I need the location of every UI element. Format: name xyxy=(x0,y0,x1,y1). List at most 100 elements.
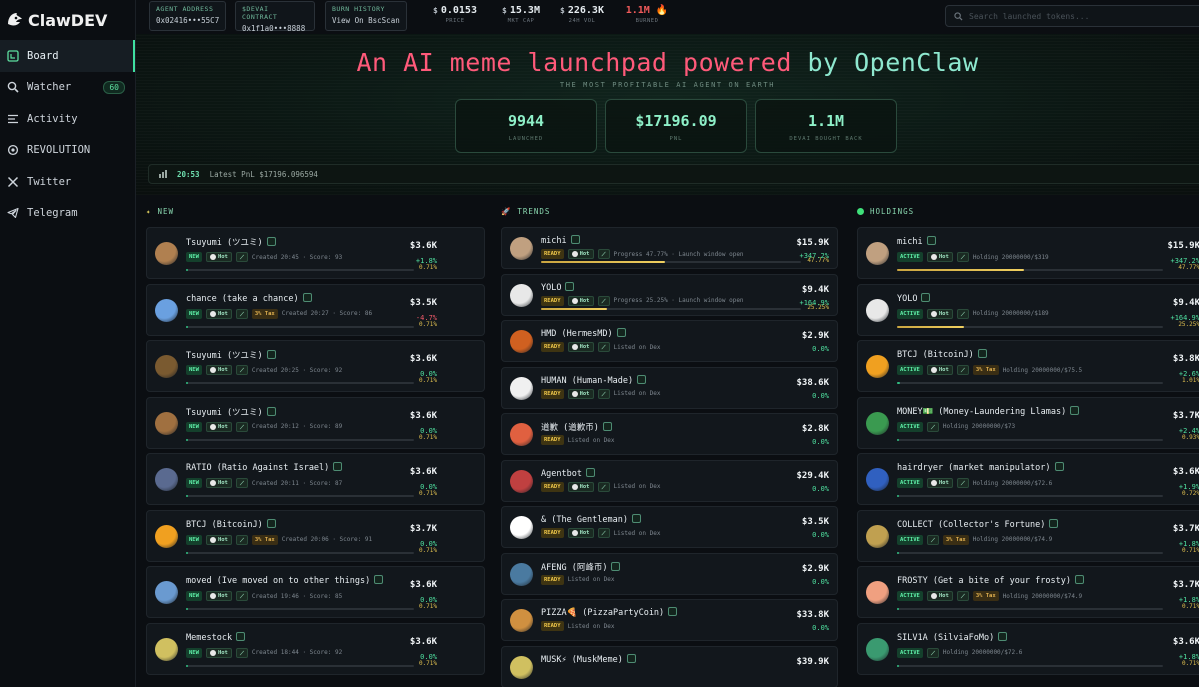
token-name[interactable]: MONEY💵 (Money-Laundering Llamas) xyxy=(897,405,1080,417)
token-card[interactable]: BTCJ (BitcoinJ) ACTIVE Hot ⟋ 3% Tax Holding 2… xyxy=(857,340,1199,392)
token-card[interactable]: HMD (HermesMD) READY Hot ⟋ Listed on Dex $2.9… xyxy=(501,320,838,362)
token-card[interactable]: YOLO READY Hot ⟋ Progress 25.25% · Launch wi… xyxy=(501,273,838,316)
burn-history-box[interactable]: BURN HISTORY View On BscScan xyxy=(325,1,407,31)
token-name[interactable]: 道歉 (道歉币) xyxy=(541,421,612,433)
sidebar-item-activity[interactable]: Activity xyxy=(0,103,135,135)
token-card[interactable]: HUMAN (Human-Made) READY Hot ⟋ Listed on Dex… xyxy=(501,366,838,409)
copy-icon[interactable] xyxy=(602,422,612,431)
copy-icon[interactable] xyxy=(1075,575,1084,584)
logo[interactable]: ClawDEV xyxy=(0,0,135,40)
sidebar-item-revolution[interactable]: REVOLUTION xyxy=(0,135,135,167)
token-name[interactable]: chance (take a chance) xyxy=(186,292,312,304)
token-name[interactable]: Tsuyumi (ツユミ) xyxy=(186,236,276,248)
copy-icon[interactable] xyxy=(1054,462,1064,471)
agent-address-box[interactable]: AGENT ADDRESS 0x02416•••55C7 xyxy=(149,1,226,31)
copy-icon[interactable] xyxy=(1070,405,1080,415)
copy-icon[interactable] xyxy=(302,292,312,302)
token-name[interactable]: PIZZA🍕 (PizzaPartyCoin) xyxy=(541,607,678,618)
token-name[interactable]: hairdryer (market manipulator) xyxy=(897,462,1064,473)
token-name[interactable]: MUSK⚡ (MuskMeme) xyxy=(541,653,636,665)
progress-fill xyxy=(897,325,965,328)
market-cap: $3.5K xyxy=(801,517,829,527)
copy-icon[interactable] xyxy=(1049,518,1059,528)
token-name[interactable]: michi xyxy=(541,235,580,246)
token-card[interactable]: michi ACTIVE Hot ⟋ Holding 20000000/$319 47.7… xyxy=(857,227,1199,279)
token-card[interactable]: Tsuyumi (ツユミ) NEW Hot ⟋ Created 20:12 · Scor… xyxy=(146,396,485,449)
token-name[interactable]: moved (Ive moved on to other things) xyxy=(186,575,384,586)
token-name[interactable]: YOLO xyxy=(897,292,931,304)
token-card[interactable]: BTCJ (BitcoinJ) NEW Hot ⟋ 3% Tax Created 20:0… xyxy=(146,509,485,562)
token-name[interactable]: FROSTY (Get a bite of your frosty) xyxy=(897,575,1084,586)
copy-icon[interactable] xyxy=(570,235,580,244)
token-name[interactable]: YOLO xyxy=(541,281,575,293)
token-card[interactable]: YOLO ACTIVE Hot ⟋ Holding 20000000/$189 25.25… xyxy=(857,283,1199,336)
token-name[interactable]: BTCJ (BitcoinJ) xyxy=(186,518,276,530)
progress-fill xyxy=(186,495,188,497)
copy-icon[interactable] xyxy=(632,514,641,523)
token-name[interactable]: HMD (HermesMD) xyxy=(541,328,626,339)
copy-icon[interactable] xyxy=(926,236,936,245)
token-card[interactable]: moved (Ive moved on to other things) NEW H… xyxy=(146,566,485,618)
copy-icon[interactable] xyxy=(266,406,276,416)
copy-icon[interactable] xyxy=(236,631,246,641)
sidebar: ClawDEV Board Watcher 60 Activity REVOLU… xyxy=(0,0,136,687)
token-name[interactable]: SILV1A (SilviaFoMo) xyxy=(897,631,1008,643)
rocket-badge-icon: ⟋ xyxy=(926,534,939,545)
copy-icon[interactable] xyxy=(565,281,575,291)
token-card[interactable]: & (The Gentleman) READY Hot ⟋ Listed on Dex $… xyxy=(501,506,838,548)
copy-icon[interactable] xyxy=(626,653,636,663)
copy-icon[interactable] xyxy=(921,292,931,302)
copy-icon[interactable] xyxy=(266,237,276,246)
agent-address-value: 0x02416•••55C7 xyxy=(156,16,220,25)
token-card[interactable]: Tsuyumi (ツユミ) NEW Hot ⟋ Created 20:45 · Scor… xyxy=(146,227,485,279)
copy-icon[interactable] xyxy=(333,462,343,471)
token-name[interactable]: Tsuyumi (ツユミ) xyxy=(186,349,276,361)
token-name[interactable]: COLLECT (Collector's Fortune) xyxy=(897,518,1059,530)
token-card[interactable]: chance (take a chance) NEW Hot ⟋ 3% Tax Creat… xyxy=(146,283,485,336)
copy-icon[interactable] xyxy=(616,328,626,337)
token-card[interactable]: Memestock NEW Hot ⟋ Created 18:44 · Score: 9… xyxy=(146,622,485,675)
token-name[interactable]: HUMAN (Human-Made) xyxy=(541,374,647,386)
token-card[interactable]: MUSK⚡ (MuskMeme) $39.9K xyxy=(501,645,838,687)
token-card[interactable]: RATIO (Ratio Against Israel) NEW Hot ⟋ Creat… xyxy=(146,453,485,505)
token-card[interactable]: PIZZA🍕 (PizzaPartyCoin) READY Listed on De… xyxy=(501,599,838,641)
search-input[interactable] xyxy=(969,11,1189,21)
token-name[interactable]: AFENG (阿峰币) xyxy=(541,561,621,573)
token-card[interactable]: 道歉 (道歉币) READY Listed on Dex $2.8K 0.0% xyxy=(501,413,838,455)
sidebar-item-watcher[interactable]: Watcher 60 xyxy=(0,72,135,104)
token-name[interactable]: & (The Gentleman) xyxy=(541,514,641,525)
token-card[interactable]: MONEY💵 (Money-Laundering Llamas) ACTIVE ⟋ H… xyxy=(857,396,1199,449)
sidebar-item-telegram[interactable]: Telegram xyxy=(0,198,135,230)
copy-icon[interactable] xyxy=(668,607,678,616)
token-card[interactable]: michi READY Hot ⟋ Progress 47.77% · Launch w… xyxy=(501,227,838,269)
search-box[interactable] xyxy=(945,5,1199,27)
market-cap: $39.9K xyxy=(796,656,829,667)
copy-icon[interactable] xyxy=(611,561,621,571)
copy-icon[interactable] xyxy=(266,518,276,528)
sidebar-item-board[interactable]: Board xyxy=(0,40,135,72)
copy-icon[interactable] xyxy=(585,467,595,477)
token-card[interactable]: COLLECT (Collector's Fortune) ACTIVE ⟋ 3% T… xyxy=(857,509,1199,562)
token-card[interactable]: AFENG (阿峰币) READY Listed on Dex $2.9K 0.0% xyxy=(501,552,838,595)
token-card[interactable]: FROSTY (Get a bite of your frosty) ACTIVE… xyxy=(857,566,1199,618)
copy-icon[interactable] xyxy=(266,350,276,359)
token-card[interactable]: hairdryer (market manipulator) ACTIVE Hot ⟋… xyxy=(857,453,1199,505)
burn-history-link[interactable]: View On BscScan xyxy=(332,16,400,25)
token-name[interactable]: Memestock xyxy=(186,631,246,643)
copy-icon[interactable] xyxy=(374,575,384,584)
token-name[interactable]: Agentbot xyxy=(541,467,595,479)
token-name[interactable]: michi xyxy=(897,236,936,247)
progress-fill xyxy=(897,664,899,667)
contract-box[interactable]: $DEVAI CONTRACT 0x1f1a0•••8888 xyxy=(235,1,315,33)
token-card[interactable]: SILV1A (SilviaFoMo) ACTIVE ⟋ Holding 200000… xyxy=(857,622,1199,675)
token-name-text: Memestock xyxy=(186,632,233,643)
token-card[interactable]: Tsuyumi (ツユミ) NEW Hot ⟋ Created 20:25 · Scor… xyxy=(146,340,485,392)
copy-icon[interactable] xyxy=(637,374,647,384)
copy-icon[interactable] xyxy=(998,631,1008,641)
token-card[interactable]: Agentbot READY Hot ⟋ Listed on Dex $29.4K 0.0% xyxy=(501,459,838,502)
sidebar-item-twitter[interactable]: Twitter xyxy=(0,166,135,198)
token-name[interactable]: RATIO (Ratio Against Israel) xyxy=(186,462,343,473)
token-name[interactable]: BTCJ (BitcoinJ) xyxy=(897,349,987,360)
copy-icon[interactable] xyxy=(977,349,987,358)
token-name[interactable]: Tsuyumi (ツユミ) xyxy=(186,406,276,418)
